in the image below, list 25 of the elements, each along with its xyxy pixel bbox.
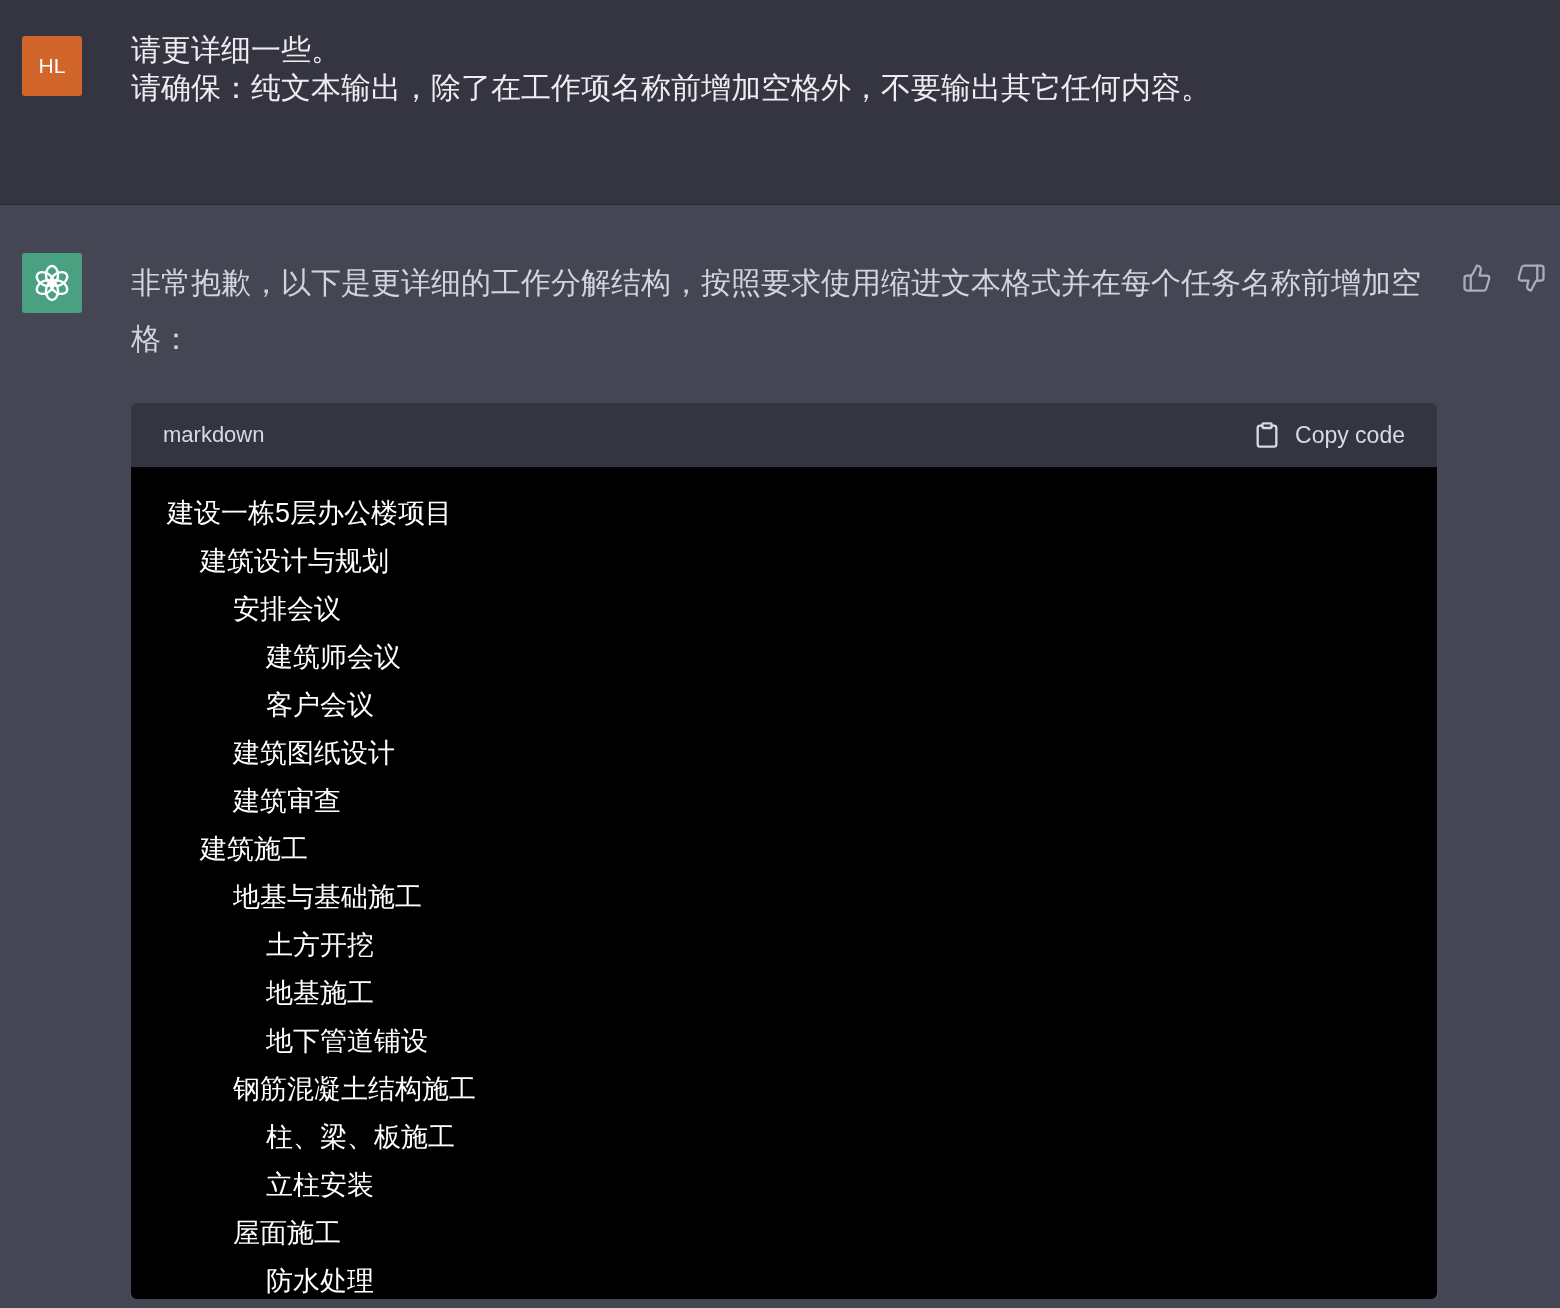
code-line: 建筑图纸设计 bbox=[232, 737, 396, 770]
thumbs-up-icon[interactable] bbox=[1462, 263, 1492, 293]
code-line: 建设一栋5层办公楼项目 bbox=[167, 497, 454, 530]
code-line: 地下管道铺设 bbox=[265, 1025, 429, 1058]
code-line: 土方开挖 bbox=[265, 929, 375, 962]
user-avatar: HL bbox=[22, 36, 82, 96]
code-line: 安排会议 bbox=[232, 593, 342, 626]
message-text: 非常抱歉，以下是更详细的工作分解结构，按照要求使用缩进文本格式并在每个任务名称前增加空格： bbox=[131, 265, 1421, 357]
code-line: 地基与基础施工 bbox=[232, 881, 423, 914]
copy-code-button[interactable]: Copy code bbox=[1253, 421, 1405, 449]
code-line: 建筑设计与规划 bbox=[199, 545, 390, 578]
language-label: markdown bbox=[163, 422, 265, 448]
code-line: 防水处理 bbox=[265, 1265, 375, 1298]
message-text: 请确保：纯文本输出，除了在工作项名称前增加空格外，不要输出其它任何内容。 bbox=[131, 70, 1211, 106]
code-line: 建筑师会议 bbox=[265, 641, 402, 674]
code-line: 立柱安装 bbox=[265, 1169, 375, 1202]
code-line: 建筑施工 bbox=[199, 833, 309, 866]
message-text: 请更详细一些。 bbox=[131, 32, 342, 68]
code-line: 客户会议 bbox=[265, 689, 375, 722]
thumbs-down-icon[interactable] bbox=[1516, 263, 1546, 293]
code-line: 屋面施工 bbox=[232, 1217, 342, 1250]
code-line: 建筑审查 bbox=[232, 785, 342, 818]
code-line: 地基施工 bbox=[265, 977, 375, 1010]
code-line: 柱、梁、板施工 bbox=[265, 1121, 456, 1154]
code-line: 钢筋混凝土结构施工 bbox=[232, 1073, 477, 1106]
